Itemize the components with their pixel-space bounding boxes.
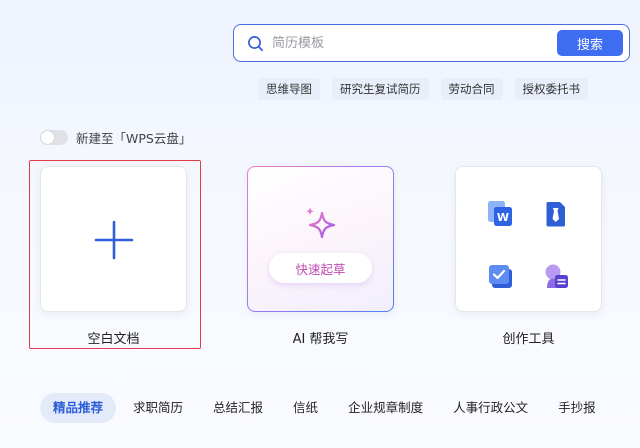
search-icon bbox=[248, 36, 264, 52]
category-tabs: 精品推荐 求职简历 总结汇报 信纸 企业规章制度 人事行政公文 手抄报 bbox=[40, 393, 609, 423]
word-doc-icon: W bbox=[488, 201, 512, 226]
creation-tools-caption: 创作工具 bbox=[502, 332, 555, 347]
tab-job-resume[interactable]: 求职简历 bbox=[120, 393, 196, 423]
blank-document-caption: 空白文档 bbox=[87, 332, 140, 347]
tab-company-rules[interactable]: 企业规章制度 bbox=[335, 393, 436, 423]
ai-write-caption: AI 帮我写 bbox=[292, 332, 349, 347]
tab-hr-admin-docs[interactable]: 人事行政公文 bbox=[440, 393, 541, 423]
tab-summary-report[interactable]: 总结汇报 bbox=[200, 393, 276, 423]
blank-document-group: 空白文档 bbox=[29, 160, 212, 350]
toggle-switch[interactable] bbox=[40, 130, 68, 145]
search-button[interactable]: 搜索 bbox=[557, 30, 623, 56]
ai-write-group: 快速起草 AI 帮我写 bbox=[247, 160, 419, 350]
hot-tag-mindmap[interactable]: 思维导图 bbox=[258, 78, 320, 100]
hot-tag-grad-resume[interactable]: 研究生复试简历 bbox=[332, 78, 429, 100]
tab-featured[interactable]: 精品推荐 bbox=[40, 393, 117, 423]
ai-write-card[interactable]: 快速起草 bbox=[247, 166, 394, 312]
hot-tags: 思维导图 研究生复试简历 劳动合同 授权委托书 bbox=[258, 78, 588, 100]
tab-handwritten-poster[interactable]: 手抄报 bbox=[545, 393, 609, 423]
search-input[interactable] bbox=[272, 31, 542, 55]
avatar-doc-icon bbox=[545, 264, 568, 288]
svg-text:W: W bbox=[497, 211, 509, 224]
creation-tools-card[interactable]: W bbox=[455, 166, 602, 312]
creation-tools-group: W 创作工具 bbox=[455, 160, 627, 350]
toggle-knob bbox=[41, 131, 54, 144]
plus-icon bbox=[94, 220, 134, 260]
blank-document-card[interactable] bbox=[40, 166, 187, 312]
cloud-toggle[interactable]: 新建至「WPS云盘」 bbox=[40, 128, 191, 147]
tab-letter-paper[interactable]: 信纸 bbox=[280, 393, 331, 423]
quick-draft-button[interactable]: 快速起草 bbox=[269, 253, 372, 283]
hot-tag-power-of-attorney[interactable]: 授权委托书 bbox=[514, 78, 588, 100]
hot-tag-labor-contract[interactable]: 劳动合同 bbox=[440, 78, 503, 100]
sparkle-icon bbox=[306, 207, 336, 239]
toggle-label: 新建至「WPS云盘」 bbox=[76, 131, 192, 146]
tie-doc-icon bbox=[546, 202, 565, 227]
search-box[interactable]: 搜索 bbox=[233, 24, 630, 62]
checklist-icon bbox=[489, 265, 512, 288]
